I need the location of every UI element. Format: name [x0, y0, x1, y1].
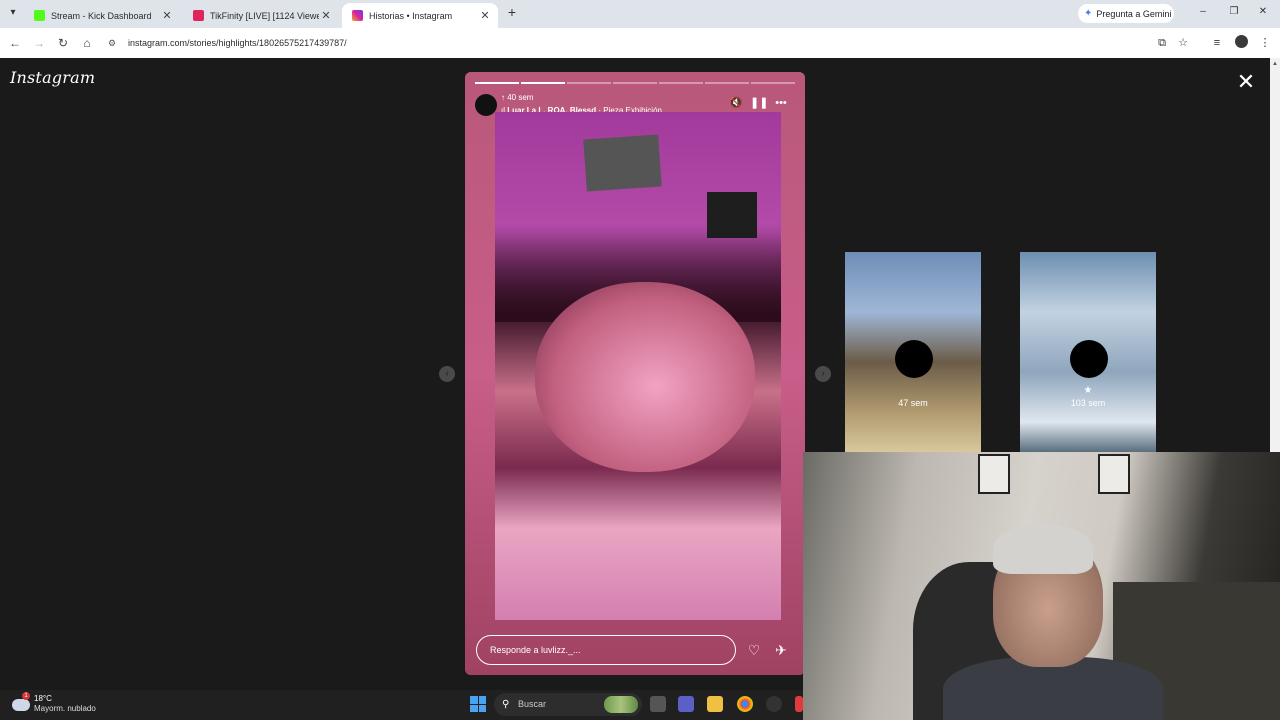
- gemini-label: Pregunta a Gemini: [1096, 8, 1172, 19]
- menu-kebab-icon[interactable]: ⋮: [1258, 36, 1272, 50]
- reply-input[interactable]: Responde a luvlizz._...: [476, 635, 736, 665]
- face: [535, 282, 755, 472]
- story-age: ↑ 40 sem: [501, 93, 534, 102]
- tab-close-icon[interactable]: ✕: [319, 9, 333, 22]
- wall-poster: [583, 134, 662, 192]
- story-photo: [495, 112, 781, 620]
- taskbar-search[interactable]: ⚲ Buscar: [494, 693, 642, 716]
- gemini-button[interactable]: ✦ Pregunta a Gemini: [1078, 4, 1174, 23]
- more-options-icon[interactable]: •••: [774, 96, 788, 110]
- close-story-icon[interactable]: ✕: [1236, 70, 1256, 94]
- url-field[interactable]: ⚙ instagram.com/stories/highlights/180265…: [108, 33, 1148, 53]
- previous-story-button[interactable]: ‹: [439, 366, 455, 382]
- progress-segment: [567, 82, 611, 84]
- tab-bar: ▾ Stream - Kick Dashboard ✕ TikFinity [L…: [0, 0, 1280, 28]
- teams-icon[interactable]: [678, 696, 694, 712]
- tab-search-icon[interactable]: ▾: [6, 6, 20, 20]
- new-tab-button[interactable]: +: [504, 4, 520, 22]
- story-age-text: 40 sem: [507, 93, 534, 102]
- story-author-avatar[interactable]: [475, 94, 497, 116]
- tab-close-icon[interactable]: ✕: [160, 9, 174, 22]
- story-preview-card[interactable]: ★ 103 sem: [1020, 252, 1156, 452]
- tab-title: Stream - Kick Dashboard: [51, 10, 152, 21]
- weather-alert-badge: 1: [22, 692, 30, 700]
- story-preview-card[interactable]: 47 sem: [845, 252, 981, 452]
- progress-segment: [659, 82, 703, 84]
- progress-segment: [613, 82, 657, 84]
- story-progress-bar: [475, 82, 795, 84]
- mute-icon[interactable]: 🔇: [729, 96, 743, 110]
- progress-segment: [705, 82, 749, 84]
- webcam-overlay: [803, 452, 1280, 720]
- progress-segment: [521, 82, 565, 84]
- url-text: instagram.com/stories/highlights/1802657…: [128, 38, 347, 48]
- task-view-icon[interactable]: [650, 696, 666, 712]
- tab-title: Historias • Instagram: [369, 10, 453, 21]
- address-bar: ← → ↻ ⌂ ⚙ instagram.com/stories/highlight…: [0, 28, 1280, 58]
- instagram-favicon-icon: [352, 10, 363, 21]
- tab-tikfinity[interactable]: TikFinity [LIVE] [1124 Viewers] ✕: [183, 3, 339, 28]
- preview-avatar: [895, 340, 933, 378]
- media-controls-icon[interactable]: ≡: [1210, 36, 1224, 50]
- restore-icon[interactable]: ❐: [1227, 6, 1241, 17]
- preview-age: 103 sem: [1070, 398, 1106, 408]
- bookmark-star-icon[interactable]: ☆: [1176, 36, 1190, 50]
- progress-segment: [475, 82, 519, 84]
- tikfinity-favicon-icon: [193, 10, 204, 21]
- profile-avatar[interactable]: [1235, 35, 1248, 48]
- reload-icon[interactable]: ↻: [56, 36, 70, 50]
- heart-icon[interactable]: ♡: [746, 642, 762, 658]
- obs-icon[interactable]: [766, 696, 782, 712]
- weather-temperature: 18°C: [34, 694, 52, 703]
- scroll-up-icon[interactable]: ▲: [1272, 61, 1278, 67]
- kick-favicon-icon: [34, 10, 45, 21]
- chrome-icon[interactable]: [737, 696, 753, 712]
- story-card[interactable]: ↑ 40 sem ıl Luar La L, ROA, Blessd · Pie…: [465, 72, 805, 675]
- instagram-logo[interactable]: Instagram: [10, 68, 95, 87]
- search-icon: ⚲: [502, 699, 510, 710]
- tab-instagram[interactable]: Historias • Instagram ✕: [342, 3, 498, 28]
- search-label: Buscar: [518, 699, 547, 709]
- file-explorer-icon[interactable]: [707, 696, 723, 712]
- gemini-sparkle-icon: ✦: [1084, 8, 1093, 19]
- wall-frame: [978, 454, 1010, 494]
- start-windows-icon[interactable]: [470, 696, 486, 712]
- tab-title: TikFinity [LIVE] [1124 Viewers]: [210, 10, 319, 21]
- app-icon[interactable]: [795, 696, 803, 712]
- progress-segment: [751, 82, 795, 84]
- tab-close-icon[interactable]: ✕: [478, 9, 492, 22]
- wall-frame: [1098, 454, 1130, 494]
- cloud-icon: [12, 699, 30, 711]
- preview-badge: ★: [1083, 385, 1093, 396]
- install-app-icon[interactable]: ⧉: [1155, 36, 1169, 50]
- preview-age: 47 sem: [898, 398, 928, 408]
- tab-kick[interactable]: Stream - Kick Dashboard ✕: [24, 3, 180, 28]
- preview-avatar: [1070, 340, 1108, 378]
- search-highlight-image: [604, 696, 638, 713]
- minimize-icon[interactable]: –: [1196, 6, 1210, 17]
- person-cap: [993, 524, 1093, 574]
- window-close-icon[interactable]: ✕: [1256, 6, 1270, 17]
- forward-arrow-icon[interactable]: →: [32, 36, 46, 50]
- site-info-icon[interactable]: ⚙: [108, 33, 120, 53]
- home-icon[interactable]: ⌂: [80, 36, 94, 50]
- back-arrow-icon[interactable]: ←: [8, 36, 22, 50]
- next-story-button[interactable]: ›: [815, 366, 831, 382]
- pause-icon[interactable]: ❚❚: [750, 96, 768, 110]
- send-icon[interactable]: ✈: [773, 642, 789, 658]
- weather-description: Mayorm. nublado: [34, 704, 96, 713]
